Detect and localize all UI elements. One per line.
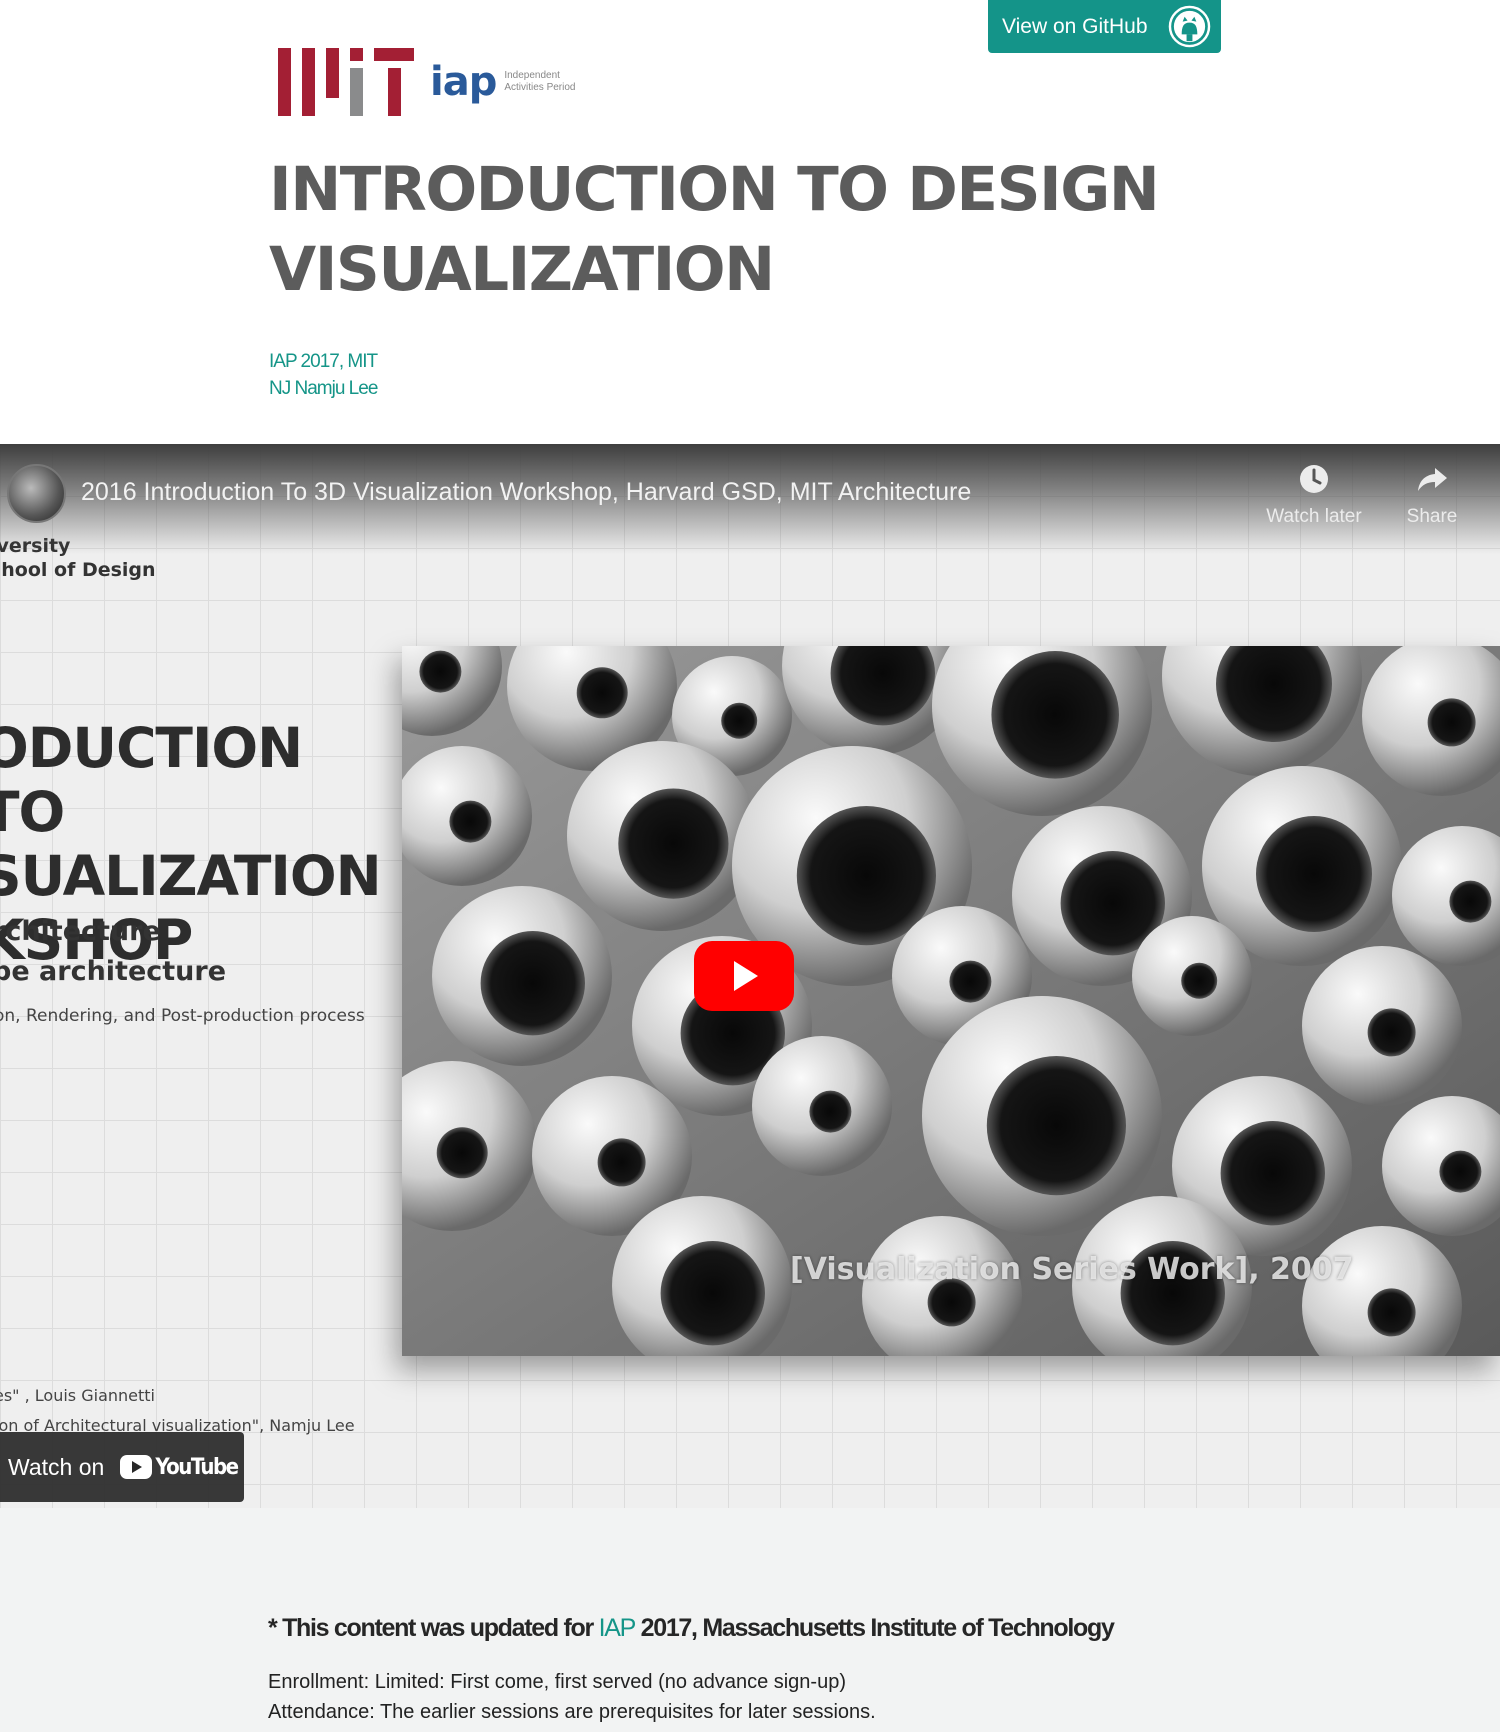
youtube-play-button[interactable]: [694, 941, 794, 1011]
update-notice: * This content was updated for IAP 2017,…: [268, 1614, 1115, 1643]
youtube-play-icon: [120, 1455, 153, 1479]
page-title: INTRODUCTION TO DESIGN VISUALIZATION: [269, 150, 1169, 310]
course-author: NJ Namju Lee: [269, 378, 378, 399]
slide-subheading-2: pe architecture: [0, 956, 227, 987]
page-title-line1: INTRODUCTION TO DESIGN: [269, 154, 1160, 225]
logo-row: iap Independent Activities Period: [278, 46, 575, 118]
video-photo-caption: [Visualization Series Work], 2007: [790, 1252, 1354, 1287]
course-info-section: * This content was updated for IAP 2017,…: [0, 1508, 1500, 1732]
enrollment-text: Enrollment: Limited: First come, first s…: [268, 1671, 846, 1693]
watch-on-label: Watch on: [8, 1453, 105, 1480]
view-on-github-button[interactable]: View on GitHub: [988, 0, 1221, 53]
iap-sub-line2: Activities Period: [504, 82, 576, 93]
slide-heading-line1: ODUCTION TO: [0, 716, 303, 844]
share-label: Share: [1406, 506, 1458, 527]
video-thumbnail-render: [Visualization Series Work], 2007: [402, 646, 1500, 1356]
share-arrow-icon: [1418, 468, 1447, 491]
page-title-line2: VISUALIZATION: [269, 234, 775, 305]
watch-later-label: Watch later: [1266, 506, 1362, 527]
slide-subheading-1: rchitecture: [0, 916, 161, 947]
mit-logo: [278, 48, 414, 116]
notice-prefix: * This content was updated for: [268, 1614, 599, 1642]
slide-reference-1: es" , Louis Giannetti: [0, 1386, 155, 1405]
course-term: IAP 2017, MIT: [269, 351, 378, 372]
youtube-wordmark: YouTube: [155, 1454, 239, 1480]
github-octocat-icon: [1168, 5, 1211, 48]
watch-on-youtube-button[interactable]: Watch on YouTube: [0, 1432, 244, 1502]
notice-suffix: 2017, Massachusetts Institute of Technol…: [634, 1614, 1115, 1642]
iap-sub-line1: Independent: [504, 70, 560, 81]
slide-school-line2: chool of Design: [0, 559, 156, 581]
sphere-render-image: [402, 646, 1500, 1356]
course-meta: IAP 2017, MIT NJ Namju Lee: [269, 348, 378, 402]
video-slide-text: iversity chool of Design ODUCTION TO SUA…: [0, 534, 400, 1435]
youtube-embed[interactable]: iversity chool of Design ODUCTION TO SUA…: [0, 444, 1500, 1508]
youtube-logo: YouTube: [120, 1454, 239, 1480]
watch-later-button[interactable]: Watch later: [1254, 462, 1374, 528]
course-policies: Enrollment: Limited: First come, first s…: [268, 1667, 876, 1727]
attendance-text: Attendance: The earlier sessions are pre…: [268, 1701, 876, 1723]
video-title[interactable]: 2016 Introduction To 3D Visualization Wo…: [81, 478, 971, 507]
channel-avatar[interactable]: [7, 464, 66, 523]
iap-logo: iap Independent Activities Period: [430, 62, 575, 102]
iap-link[interactable]: IAP: [599, 1614, 637, 1642]
share-button[interactable]: Share: [1372, 462, 1492, 528]
github-button-label: View on GitHub: [1002, 14, 1148, 38]
slide-heading-line2: SUALIZATION: [0, 844, 382, 908]
iap-logo-subtitle: Independent Activities Period: [504, 70, 575, 94]
slide-subheading-3: on, Rendering, and Post-production proce…: [0, 1006, 365, 1026]
clock-icon: [1300, 465, 1328, 493]
iap-logo-word: iap: [430, 59, 497, 105]
